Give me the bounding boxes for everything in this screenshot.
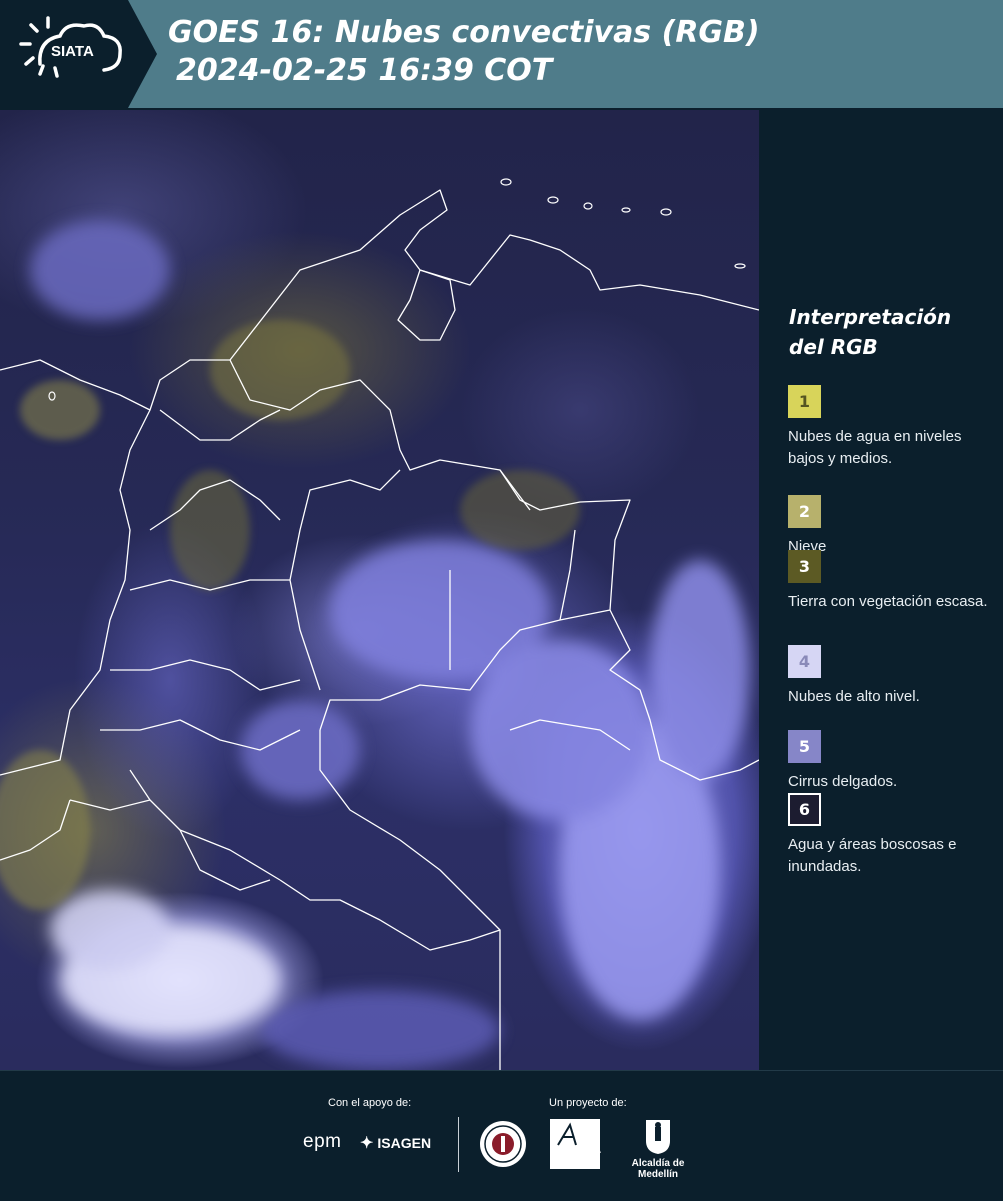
legend-label: Cirrus delgados.: [788, 773, 898, 790]
legend-item: 2 Nieve: [788, 495, 993, 558]
isagen-logo-text: ISAGEN: [377, 1135, 432, 1151]
siata-logo-text: SIATA: [51, 43, 94, 60]
satellite-map: [0, 110, 759, 1070]
alcaldia-shield-icon: [646, 1120, 670, 1154]
legend-swatch: 6: [788, 793, 821, 826]
footer-sponsors: Con el apoyo de: Un proyecto de: epm ✦ I…: [0, 1070, 1003, 1201]
legend-item: 1 Nubes de agua en niveles bajos y medios…: [788, 385, 993, 470]
legend-label: Tierra con vegetación escasa.: [788, 593, 988, 610]
support-caption: Con el apoyo de:: [328, 1097, 412, 1109]
legend-item: 5 Cirrus delgados.: [788, 730, 993, 793]
legend-label: Nubes de alto nivel.: [788, 688, 920, 705]
isagen-mark-icon: ✦: [360, 1135, 374, 1152]
legend-label: Nubes de agua en niveles bajos y medios.: [788, 428, 962, 467]
cloud-field: [30, 220, 750, 1070]
legend-swatch: 4: [788, 645, 821, 678]
header-bar: SIATA GOES 16: Nubes convectivas (RGB) 2…: [0, 0, 1003, 108]
legend-item: 6 Agua y áreas boscosas e inundadas.: [788, 793, 993, 878]
project-caption: Un proyecto de:: [549, 1097, 627, 1109]
siata-logo: SIATA: [0, 0, 160, 108]
area-metropolitana-logo: METROPOLITANA Valle de Aburrá: [550, 1119, 601, 1171]
map-borders: [0, 178, 759, 1070]
title-timestamp: 2024-02-25 16:39 COT: [176, 53, 553, 88]
area-metropolitana-text: METROPOLITANA Valle de Aburrá: [550, 1149, 601, 1162]
alcaldia-text: Alcaldía de Medellín: [631, 1158, 685, 1180]
epm-logo: epm: [303, 1131, 342, 1152]
title-product: GOES 16: Nubes convectivas (RGB): [168, 15, 760, 50]
legend-label: Agua y áreas boscosas e inundadas.: [788, 836, 957, 875]
rgb-legend: Interpretación del RGB 1 Nubes de agua en…: [760, 110, 1003, 1070]
legend-title: Interpretación del RGB: [789, 305, 952, 359]
isagen-logo: ✦ ISAGEN: [360, 1133, 431, 1153]
legend-swatch: 1: [788, 385, 821, 418]
legend-swatch: 5: [788, 730, 821, 763]
alcaldia-medellin-logo: Alcaldía de Medellín: [612, 1119, 704, 1180]
legend-swatch: 3: [788, 550, 821, 583]
medellin-seal-icon: [480, 1121, 526, 1167]
legend-item: 4 Nubes de alto nivel.: [788, 645, 993, 708]
footer-divider: [458, 1117, 459, 1172]
page-title: GOES 16: Nubes convectivas (RGB) 2024-02…: [168, 14, 760, 90]
legend-swatch: 2: [788, 495, 821, 528]
legend-item: 3 Tierra con vegetación escasa.: [788, 550, 993, 613]
